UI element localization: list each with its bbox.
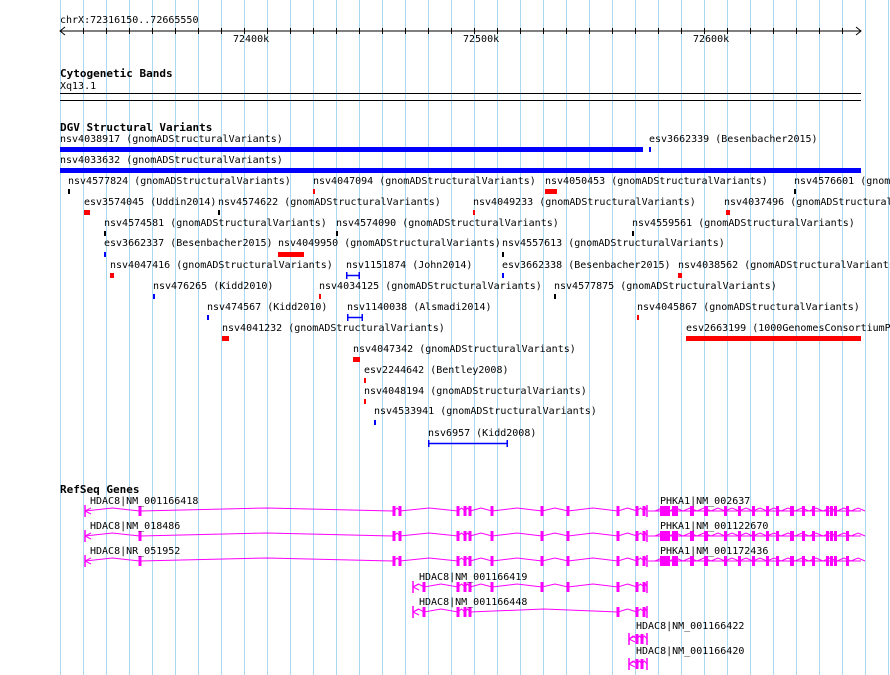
gene-label[interactable]: PHKA1|NM_002637 [660,496,750,507]
gene-model-phka1-nm_001172436[interactable] [648,556,866,566]
gene-model-phka1-nm_002637[interactable] [648,506,866,516]
gene-label[interactable]: HDAC8|NM_001166448 [419,597,527,608]
gene-label[interactable]: HDAC8|NM_001166422 [636,621,744,632]
gene-label[interactable]: HDAC8|NM_018486 [90,521,180,532]
gene-label[interactable]: HDAC8|NM_001166418 [90,496,198,507]
gene-label[interactable]: HDAC8|NM_001166419 [419,572,527,583]
genome-browser-view: chrX:72316150..72665550 72400k 72500k 72… [0,0,890,675]
gene-label[interactable]: PHKA1|NM_001172436 [660,546,768,557]
gene-model-hdac8-nm_001166420[interactable] [628,658,648,670]
gene-model-phka1-nm_001122670[interactable] [648,531,866,541]
gene-label[interactable]: HDAC8|NR_051952 [90,546,180,557]
gene-label[interactable]: HDAC8|NM_001166420 [636,646,744,657]
gene-model-hdac8-nm_001166422[interactable] [628,633,648,645]
gene-label[interactable]: PHKA1|NM_001122670 [660,521,768,532]
